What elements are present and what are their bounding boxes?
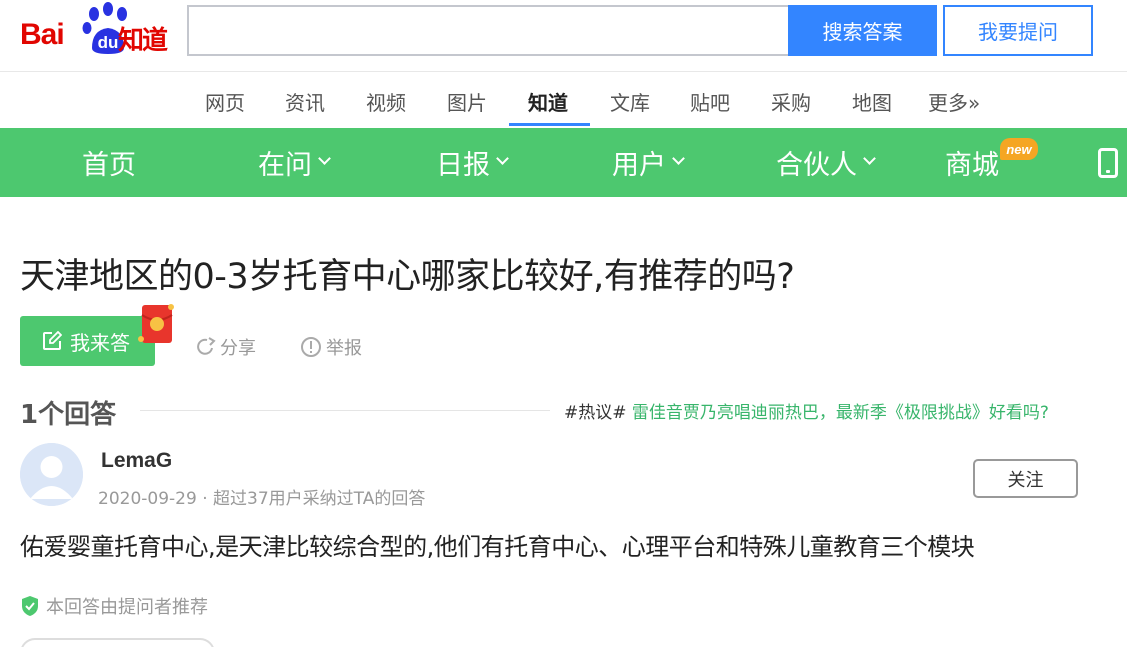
chevron-down-icon: [672, 152, 685, 165]
logo-zhidao-text: 知道: [118, 26, 168, 56]
channel-news[interactable]: 资讯: [285, 87, 325, 116]
follow-button[interactable]: 关注: [973, 459, 1078, 498]
header: Bai du 知道 搜索答案 我要提问: [0, 0, 1127, 72]
nav-asking-label: 在问: [258, 150, 312, 181]
nav-partners-label: 合伙人: [776, 150, 857, 181]
avatar[interactable]: [20, 443, 83, 506]
channel-purchase[interactable]: 采购: [771, 87, 811, 116]
channel-map[interactable]: 地图: [852, 87, 892, 116]
nav-daily-label: 日报: [436, 150, 490, 181]
answer-count: 1个回答: [20, 400, 117, 430]
channel-nav: 网页 资讯 视频 图片 知道 文库 贴吧 采购 地图 更多»: [0, 72, 1127, 128]
nav-users-label: 用户: [612, 150, 666, 181]
divider: [140, 410, 550, 411]
nav-users[interactable]: 用户: [612, 128, 685, 197]
search-input[interactable]: [187, 5, 789, 56]
hot-topic-link[interactable]: #热议# 雷佳音贾乃亮唱迪丽热巴，最新季《极限挑战》好看吗?: [564, 398, 1049, 423]
chevron-down-icon: [496, 152, 509, 165]
channel-images[interactable]: 图片: [447, 87, 487, 116]
nav-home-label: 首页: [82, 150, 136, 181]
warning-icon: [301, 337, 321, 357]
mobile-phone-icon[interactable]: [1098, 148, 1118, 178]
answer-username[interactable]: LemaG: [101, 449, 172, 473]
answer-button[interactable]: 我来答: [20, 316, 155, 366]
active-channel-indicator: [509, 123, 590, 126]
search-answer-button[interactable]: 搜索答案: [788, 5, 937, 56]
share-label: 分享: [220, 338, 256, 359]
nav-asking[interactable]: 在问: [258, 128, 331, 197]
answer-meta: 2020-09-29 · 超过37用户采纳过TA的回答: [98, 489, 426, 509]
ask-question-button[interactable]: 我要提问: [943, 5, 1093, 56]
question-title: 天津地区的0-3岁托育中心哪家比较好,有推荐的吗?: [20, 257, 795, 297]
share-icon: [197, 337, 216, 355]
channel-tieba[interactable]: 贴吧: [690, 87, 730, 116]
logo-bai-text: Bai: [20, 18, 65, 51]
report-label: 举报: [326, 338, 362, 359]
asker-recommended-note: 本回答由提问者推荐: [20, 593, 208, 619]
nav-mall[interactable]: 商城: [945, 128, 999, 197]
share-link[interactable]: 分享: [196, 334, 256, 360]
report-link[interactable]: 举报: [300, 334, 362, 360]
user-avatar-icon: [20, 443, 83, 506]
channel-web[interactable]: 网页: [205, 87, 245, 116]
answer-text: 佑爱婴童托育中心,是天津比较综合型的,他们有托育中心、心理平台和特殊儿童教育三个…: [20, 533, 975, 561]
hot-topic-tag: #热议#: [564, 403, 627, 423]
nav-home[interactable]: 首页: [82, 128, 136, 197]
nav-daily[interactable]: 日报: [436, 128, 509, 197]
baidu-zhidao-logo[interactable]: Bai du 知道: [18, 2, 178, 62]
channel-more[interactable]: 更多»: [928, 87, 980, 116]
action-pill[interactable]: [20, 638, 215, 647]
chevron-down-icon: [863, 152, 876, 165]
nav-partners[interactable]: 合伙人: [776, 128, 876, 197]
channel-wenku[interactable]: 文库: [610, 87, 650, 116]
chevron-down-icon: [318, 152, 331, 165]
logo-du-text: du: [98, 33, 119, 52]
red-envelope-icon: [138, 304, 174, 343]
green-nav-bar: 首页 在问 日报 用户 合伙人 商城: [0, 128, 1127, 197]
edit-icon: [43, 331, 62, 350]
recommend-label: 本回答由提问者推荐: [46, 597, 208, 618]
channel-zhidao[interactable]: 知道: [528, 87, 568, 116]
nav-mall-label: 商城: [945, 150, 999, 181]
hot-topic-text: 雷佳音贾乃亮唱迪丽热巴，最新季《极限挑战》好看吗?: [631, 403, 1049, 423]
shield-check-icon: [22, 596, 38, 616]
answer-button-label: 我来答: [70, 330, 130, 355]
new-badge: new: [1000, 138, 1038, 160]
channel-video[interactable]: 视频: [366, 87, 406, 116]
